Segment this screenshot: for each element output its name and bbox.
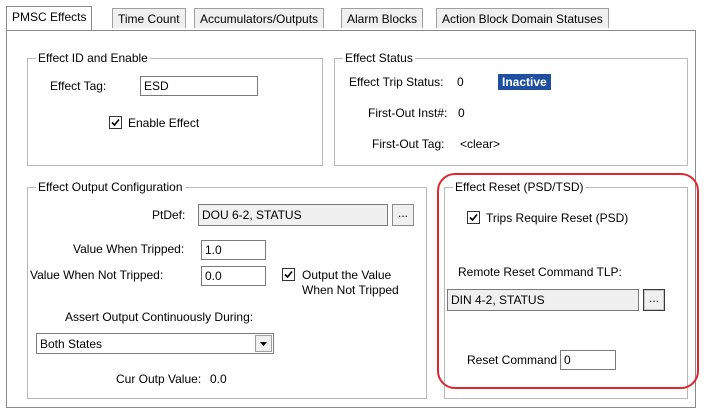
effect-tag-input[interactable]: ESD (140, 76, 258, 96)
first-out-tag-value: <clear> (460, 137, 501, 151)
output-not-tripped-label-line2: When Not Tripped (302, 283, 399, 297)
effect-id-group: Effect ID and Enable Effect Tag: ESD Ena… (27, 51, 323, 166)
output-not-tripped-label-line1: Output the Value (302, 268, 392, 282)
effect-tag-label: Effect Tag: (50, 79, 107, 93)
tab-action-block-domain-statuses[interactable]: Action Block Domain Statuses (436, 8, 609, 28)
tab-accumulators-outputs[interactable]: Accumulators/Outputs (194, 8, 325, 28)
effect-id-title: Effect ID and Enable (36, 51, 150, 65)
first-out-tag-label: First-Out Tag: (372, 137, 445, 151)
enable-effect-checkbox[interactable] (109, 116, 122, 129)
ptdef-field[interactable]: DOU 6-2, STATUS (198, 204, 388, 226)
output-config-title: Effect Output Configuration (36, 180, 185, 194)
assert-output-select[interactable]: Both States (36, 333, 274, 354)
cur-outp-value: 0.0 (210, 372, 227, 386)
output-not-tripped-checkbox[interactable] (282, 268, 295, 281)
effect-status-group: Effect Status Effect Trip Status: 0 Inac… (334, 51, 688, 166)
trip-status-value: 0 (457, 75, 464, 89)
status-badge: Inactive (498, 74, 551, 90)
ptdef-browse-button[interactable]: ... (392, 204, 414, 226)
first-out-inst-value: 0 (458, 106, 465, 120)
assert-output-selected: Both States (40, 337, 103, 351)
value-not-tripped-input[interactable]: 0.0 (201, 266, 266, 286)
chevron-down-icon[interactable] (255, 335, 272, 352)
checkmark-icon (111, 118, 120, 127)
value-tripped-label: Value When Tripped: (73, 242, 185, 256)
trip-status-label: Effect Trip Status: (349, 75, 444, 89)
assert-output-label: Assert Output Continuously During: (65, 310, 254, 324)
tab-time-count[interactable]: Time Count (112, 8, 186, 28)
enable-effect-label: Enable Effect (128, 116, 200, 130)
first-out-inst-label: First-Out Inst#: (368, 106, 448, 120)
output-config-group: Effect Output Configuration PtDef: DOU 6… (27, 180, 427, 399)
tab-alarm-blocks[interactable]: Alarm Blocks (341, 8, 424, 28)
effect-status-title: Effect Status (343, 51, 415, 65)
value-not-tripped-label: Value When Not Tripped: (30, 268, 164, 282)
checkmark-icon (284, 270, 293, 279)
tab-pmsc-effects[interactable]: PMSC Effects (6, 6, 93, 30)
highlight-annotation (437, 173, 699, 389)
value-tripped-input[interactable]: 1.0 (201, 240, 266, 260)
ptdef-label: PtDef: (152, 208, 186, 222)
cur-outp-label: Cur Outp Value: (116, 372, 202, 386)
